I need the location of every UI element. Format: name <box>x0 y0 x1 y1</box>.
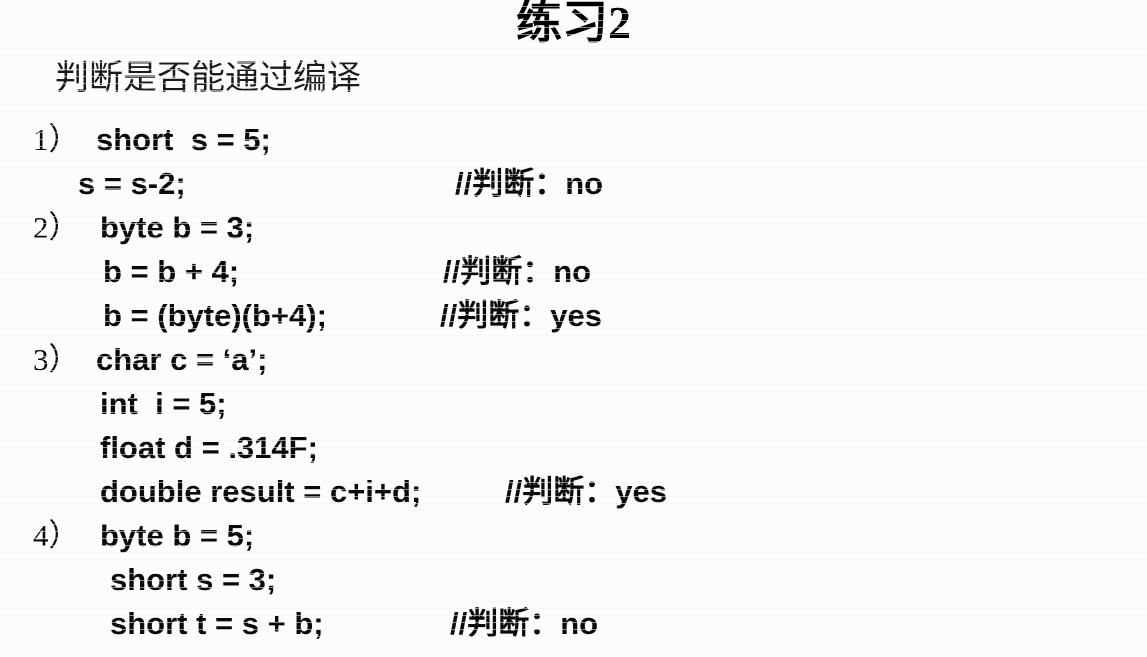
code-line-text: s = s-2; <box>78 166 186 201</box>
code-line-number: 4） <box>33 518 80 553</box>
code-line: float d = .314F; <box>0 426 1147 470</box>
code-line: 3） char c = ‘a’; <box>0 338 1147 382</box>
slide-canvas: 练习2 判断是否能通过编译 1） short s = 5; s = s-2; //判断… <box>0 0 1147 657</box>
code-line-comment: //判断：no <box>455 166 604 201</box>
code-line-text: short t = s + b; <box>110 606 324 641</box>
code-line: b = (byte)(b+4); //判断：yes <box>0 294 1147 338</box>
code-line-comment: //判断：no <box>450 606 599 641</box>
code-line: 2） byte b = 3; <box>0 206 1147 250</box>
code-line: 1） short s = 5; <box>0 118 1147 162</box>
slide-subtitle: 判断是否能通过编译 <box>55 60 361 97</box>
code-line-text: b = b + 4; <box>103 254 240 289</box>
code-line-text: int i = 5; <box>100 386 227 421</box>
code-line: double result = c+i+d; //判断：yes <box>0 470 1147 514</box>
code-line-comment: //判断：yes <box>505 474 667 509</box>
code-line-number: 3） <box>33 342 80 377</box>
code-line-text: char c = ‘a’; <box>96 342 268 377</box>
code-line-number: 1） <box>33 122 80 157</box>
code-line: short s = 3; <box>0 558 1147 602</box>
code-line-number: 2） <box>33 210 80 245</box>
code-line: 4） byte b = 5; <box>0 514 1147 558</box>
code-line-text: short s = 5; <box>96 122 271 157</box>
code-line-text: float d = .314F; <box>100 430 318 465</box>
page-title: 练习2 <box>516 0 631 48</box>
code-line-text: byte b = 5; <box>100 518 255 553</box>
code-line-text: b = (byte)(b+4); <box>103 298 327 333</box>
code-line: short t = s + b; //判断：no <box>0 602 1147 646</box>
code-line-text: short s = 3; <box>110 562 277 597</box>
code-line: s = s-2; //判断：no <box>0 162 1147 206</box>
code-line: b = b + 4; //判断：no <box>0 250 1147 294</box>
code-line-comment: //判断：yes <box>440 298 602 333</box>
code-line: int i = 5; <box>0 382 1147 426</box>
code-line-text: double result = c+i+d; <box>100 474 422 509</box>
code-line-comment: //判断：no <box>443 254 592 289</box>
code-listing: 1） short s = 5; s = s-2; //判断：no 2） byte b = … <box>0 118 1147 646</box>
code-line-text: byte b = 3; <box>100 210 255 245</box>
